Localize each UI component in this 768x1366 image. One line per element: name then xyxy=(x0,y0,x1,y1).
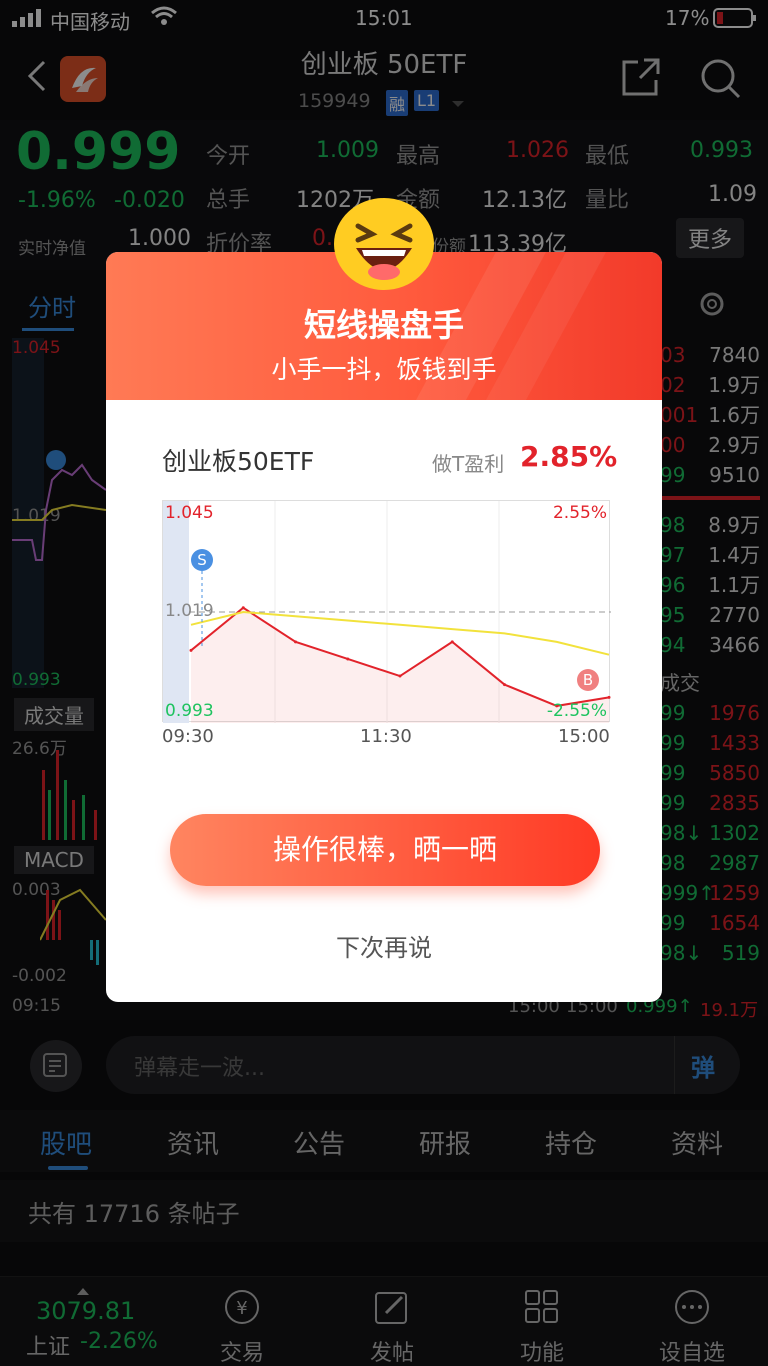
trade-result-modal: 短线操盘手 小手一抖，饭钱到手 创业板50ETF 做T盈利 2.85% 1.04… xyxy=(106,252,662,1002)
chart-x-mid: 11:30 xyxy=(360,726,412,747)
chart-pct-bottom: -2.55% xyxy=(546,701,607,721)
price-point xyxy=(346,657,350,661)
profit-value: 2.85% xyxy=(520,440,618,473)
chart-x-end: 15:00 xyxy=(558,726,610,747)
modal-subtitle: 小手一抖，饭钱到手 xyxy=(271,355,497,384)
price-point xyxy=(503,683,506,687)
price-point xyxy=(189,648,193,652)
buy-marker: B xyxy=(577,669,599,691)
price-point xyxy=(607,695,611,699)
chart-y-top: 1.045 xyxy=(165,503,214,523)
chart-x-start: 09:30 xyxy=(162,726,214,747)
laughing-face-icon xyxy=(332,196,436,292)
mini-chart: 1.045 1.019 0.993 2.55% -2.55% S B xyxy=(162,500,611,723)
price-point xyxy=(294,640,297,644)
sell-marker: S xyxy=(191,549,213,571)
price-point xyxy=(450,640,454,644)
profit-label: 做T盈利 xyxy=(432,452,505,476)
modal-title: 短线操盘手 xyxy=(303,306,464,344)
price-point xyxy=(241,606,245,610)
fund-name: 创业板50ETF xyxy=(162,447,315,476)
chart-y-bottom: 0.993 xyxy=(165,701,214,721)
chart-pct-top: 2.55% xyxy=(552,503,607,523)
dismiss-button[interactable]: 下次再说 xyxy=(106,928,662,963)
mini-chart-svg xyxy=(163,501,611,723)
price-point xyxy=(398,674,402,678)
share-result-button[interactable]: 操作很棒，晒一晒 xyxy=(170,814,600,886)
chart-y-mid: 1.019 xyxy=(165,601,214,621)
